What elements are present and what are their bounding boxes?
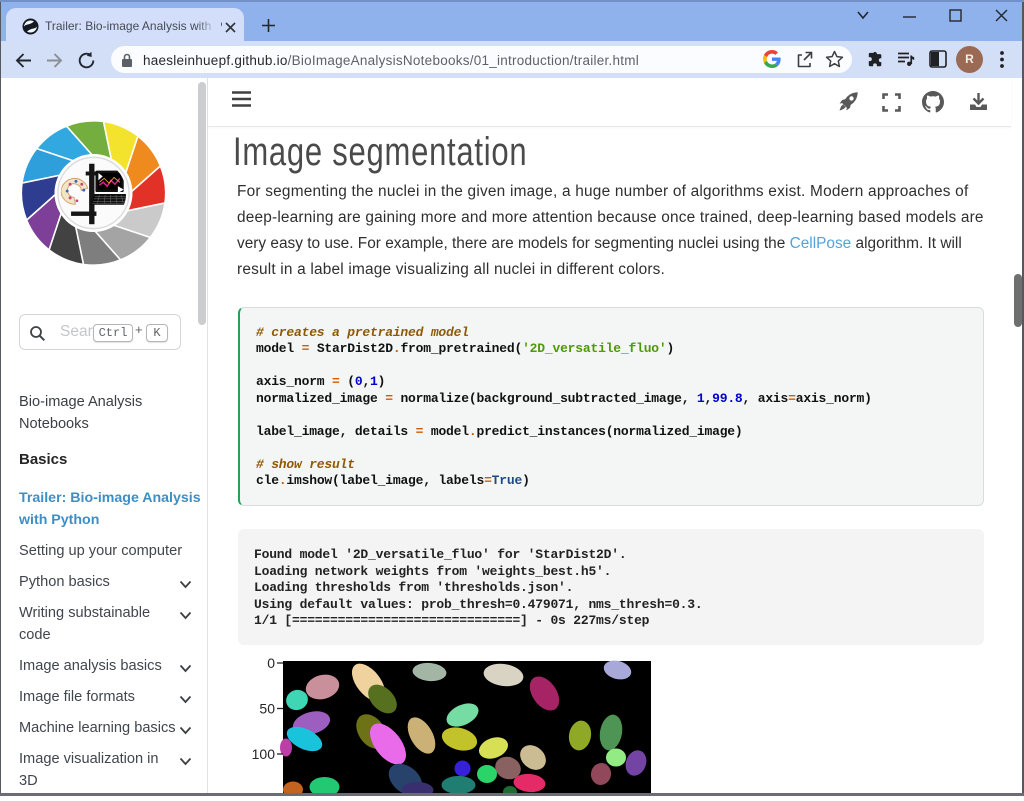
svg-text:50: 50 (259, 701, 275, 717)
svg-text:0: 0 (267, 655, 275, 671)
svg-text:100: 100 (252, 746, 276, 762)
